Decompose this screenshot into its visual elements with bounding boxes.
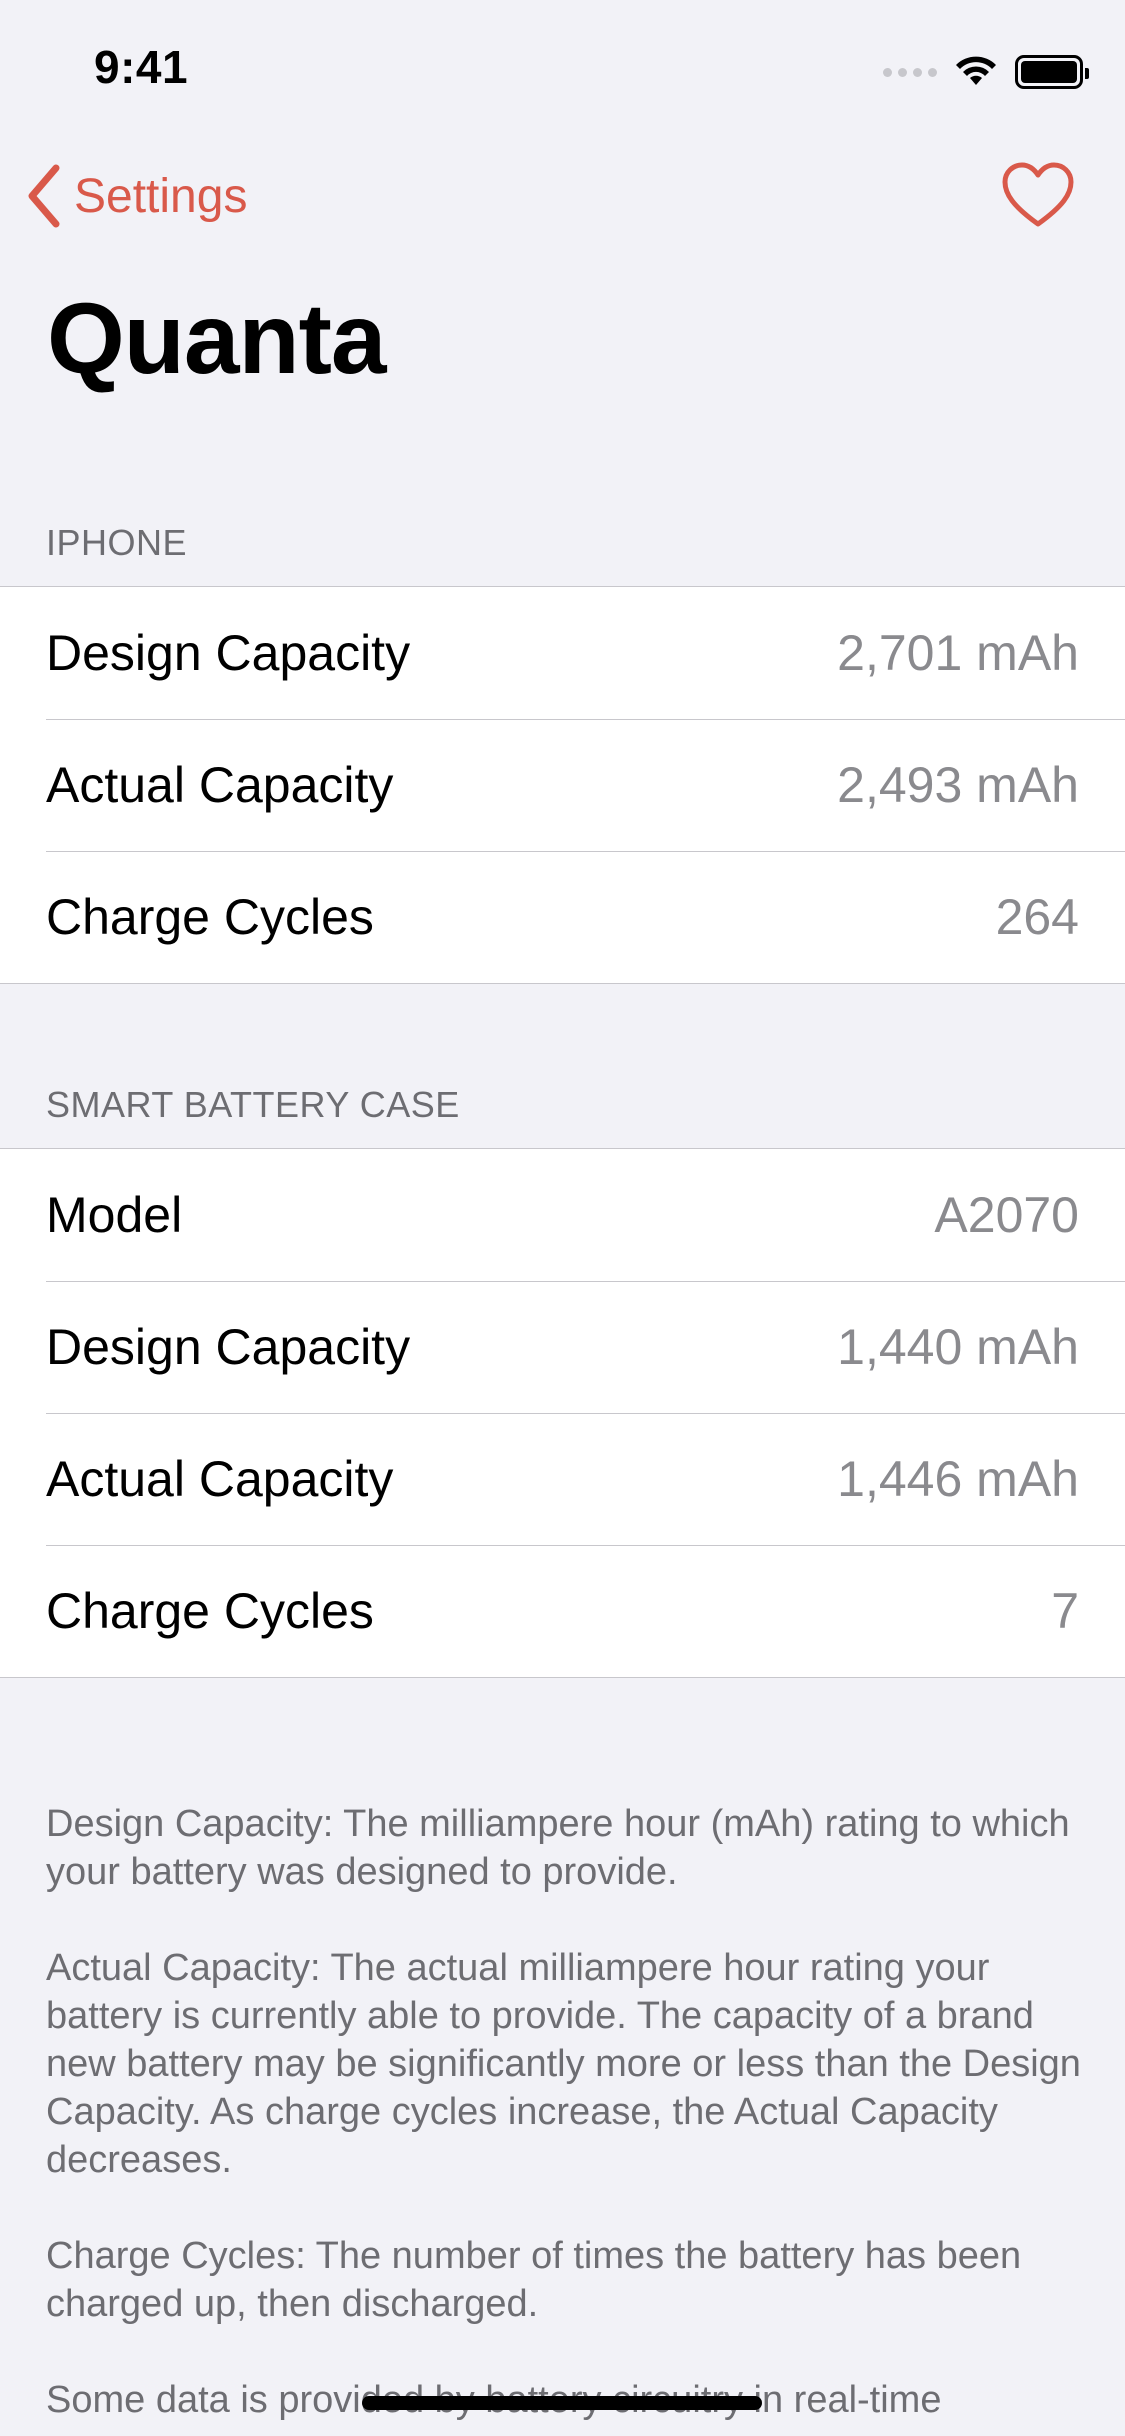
- section-header-iphone: IPHONE: [46, 522, 188, 563]
- footer-notes: Design Capacity: The milliampere hour (m…: [46, 1800, 1086, 2436]
- row-value: 1,440 mAh: [837, 1319, 1079, 1375]
- list-row-design-capacity: Design Capacity 2,701 mAh: [0, 587, 1125, 719]
- case-group: Model A2070 Design Capacity 1,440 mAh Ac…: [0, 1148, 1125, 1678]
- cellular-signal-icon: [883, 67, 937, 77]
- row-value: 264: [995, 889, 1079, 945]
- list-row-charge-cycles: Charge Cycles 7: [0, 1545, 1125, 1677]
- status-time: 9:41: [94, 41, 189, 93]
- list-row-model: Model A2070: [0, 1149, 1125, 1281]
- row-label: Charge Cycles: [46, 889, 374, 945]
- screen: 9:41 Settings Quanta IPHONE Design Capac…: [0, 0, 1125, 2436]
- heart-icon: [1002, 162, 1074, 227]
- iphone-group: Design Capacity 2,701 mAh Actual Capacit…: [0, 586, 1125, 984]
- page-title: Quanta: [47, 283, 386, 395]
- footer-note-design-capacity: Design Capacity: The milliampere hour (m…: [46, 1803, 1070, 1893]
- favorite-button[interactable]: [1001, 160, 1075, 234]
- footer-note-charge-cycles: Charge Cycles: The number of times the b…: [46, 2235, 1022, 2325]
- row-value: 1,446 mAh: [837, 1451, 1079, 1507]
- back-button[interactable]: Settings: [24, 164, 247, 228]
- wifi-icon: [956, 56, 996, 85]
- list-row-actual-capacity: Actual Capacity 2,493 mAh: [0, 719, 1125, 851]
- status-icons: [883, 52, 1089, 92]
- row-value: 2,493 mAh: [837, 757, 1079, 813]
- row-value: 2,701 mAh: [837, 625, 1079, 681]
- row-label: Actual Capacity: [46, 1451, 394, 1507]
- battery-icon: [1015, 55, 1089, 89]
- footer-note-actual-capacity: Actual Capacity: The actual milliampere …: [46, 1947, 1081, 2181]
- row-label: Model: [46, 1187, 183, 1243]
- row-label: Design Capacity: [46, 625, 411, 681]
- row-value: 7: [1051, 1583, 1079, 1639]
- chevron-left-icon: [28, 164, 60, 228]
- home-indicator[interactable]: [362, 2396, 762, 2410]
- status-bar: 9:41: [0, 0, 1125, 132]
- list-row-design-capacity: Design Capacity 1,440 mAh: [0, 1281, 1125, 1413]
- back-label: Settings: [74, 169, 248, 223]
- list-row-actual-capacity: Actual Capacity 1,446 mAh: [0, 1413, 1125, 1545]
- row-label: Design Capacity: [46, 1319, 411, 1375]
- navigation-bar: Settings: [0, 160, 1125, 240]
- section-header-smart-battery-case: SMART BATTERY CASE: [46, 1084, 460, 1125]
- row-label: Actual Capacity: [46, 757, 394, 813]
- list-row-charge-cycles: Charge Cycles 264: [0, 851, 1125, 983]
- row-value: A2070: [934, 1187, 1079, 1243]
- row-label: Charge Cycles: [46, 1583, 374, 1639]
